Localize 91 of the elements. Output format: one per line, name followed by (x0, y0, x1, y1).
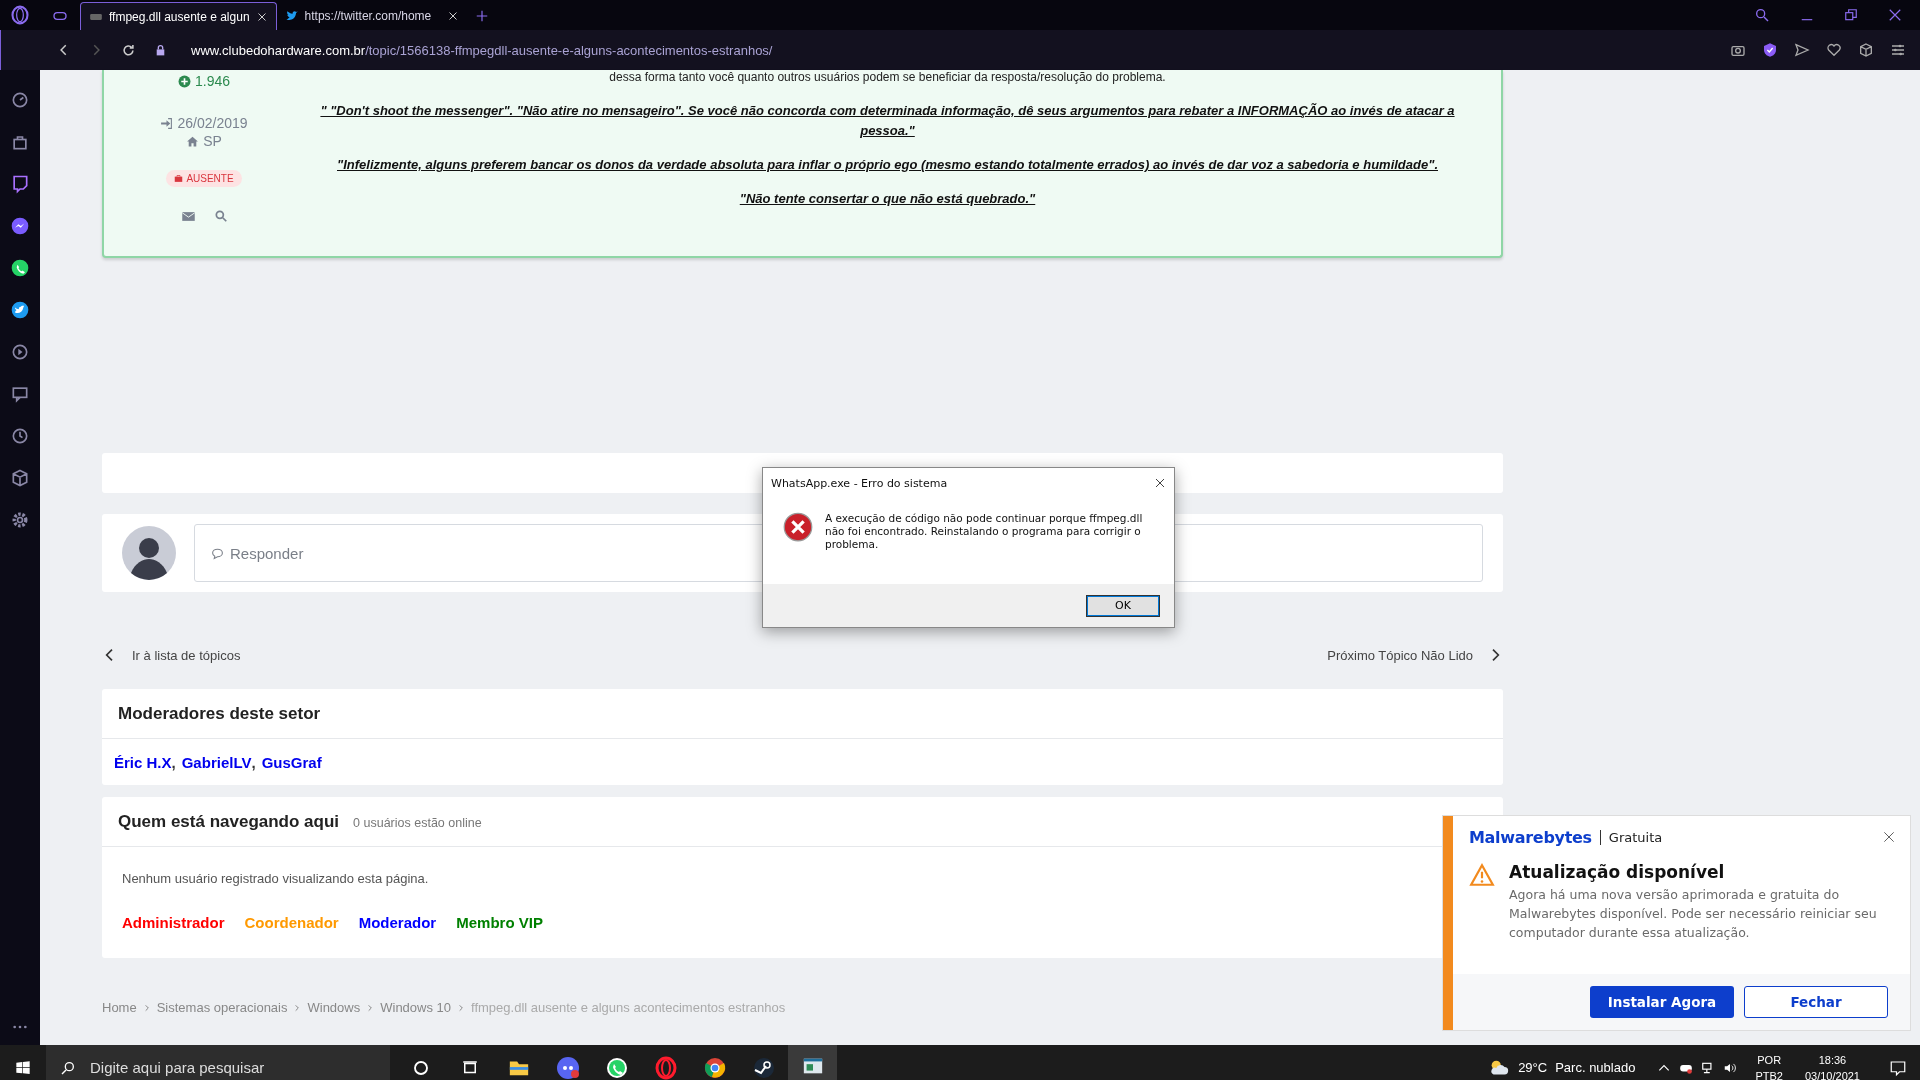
card-title: Moderadores deste setor (118, 703, 321, 724)
search-icon (60, 1059, 76, 1076)
cube-icon[interactable] (1858, 42, 1874, 58)
install-button[interactable]: Instalar Agora (1590, 986, 1734, 1018)
twitch-icon[interactable] (10, 174, 30, 194)
messenger-icon[interactable] (10, 216, 30, 236)
topic-list-link[interactable]: Ir à lista de tópicos (102, 647, 241, 663)
reputation-count: 1.946 (194, 73, 230, 89)
breadcrumb-chevron-icon (293, 1003, 302, 1012)
address-bar[interactable]: www.clubedohardware.com.br/topic/1566138-ffmpegdll-ausente-e-alguns-acontecimentos-estranhos/ (191, 42, 773, 58)
envelope-icon[interactable] (180, 209, 196, 224)
close-icon[interactable] (255, 10, 268, 23)
post-text: dessa forma tanto você quanto outros usuários podem se beneficiar da resposta/resolução do problema. (609, 70, 1166, 85)
temperature: 29°C (1518, 1060, 1548, 1075)
chrome-like-icon[interactable] (702, 1055, 727, 1080)
ring-logo-icon[interactable] (10, 5, 30, 25)
search-icon[interactable] (213, 209, 228, 223)
group-legend: Administrador (122, 914, 225, 946)
whatsapp-icon[interactable] (10, 258, 30, 278)
shield-icon[interactable] (1762, 42, 1778, 58)
signature-line: "Não tente consertar o que não está quebrado." (739, 190, 1036, 208)
clock-icon[interactable] (10, 426, 30, 446)
signature-line: " "Don't shoot the messenger". "Não atire no mensageiro". Se você não concorda com determinada informação, dê seus argumentos para rebater a INFORMAÇÃO ao invés de atacar a pessoa." (319, 102, 1456, 140)
close-window-icon[interactable] (1888, 8, 1902, 22)
circle-icon[interactable] (411, 1058, 430, 1077)
send-icon[interactable] (1794, 42, 1810, 58)
error-icon (783, 512, 813, 542)
bird-icon (284, 9, 299, 23)
plus-icon (177, 74, 191, 88)
heart-icon[interactable] (1826, 42, 1842, 58)
error-message: A execução de código não pode continuar porque ffmpeg.dll não foi encontrado. Reinstalando o programa para corrigir o problema. (825, 512, 1144, 552)
chat-icon[interactable] (10, 384, 30, 404)
group-legend: Coordenador (244, 914, 339, 946)
signature-line: "Infelizmente, alguns preferem bancar os donos da verdade absoluta para inflar o próprio ego (mesmo estando totalmente errados) ao invés de dar voz a sabedoria e humildade". (337, 156, 1438, 174)
clock-time[interactable]: 18:36 (1804, 1051, 1860, 1068)
windows-start-icon[interactable] (15, 1059, 31, 1076)
speedometer-icon[interactable] (10, 90, 30, 110)
separator: , (171, 753, 176, 771)
play-icon[interactable] (10, 342, 30, 362)
brand-logo: Malwarebytes (1469, 827, 1592, 847)
taskbar-search[interactable]: Digite aqui para pesquisar (46, 1045, 390, 1080)
close-icon[interactable] (1154, 477, 1166, 489)
close-button[interactable]: Fechar (1744, 986, 1888, 1018)
speech-bubble-icon (211, 546, 224, 560)
language[interactable]: POR (1755, 1051, 1783, 1068)
breadcrumb-chevron-icon (457, 1003, 466, 1012)
notification-title: Atualização disponível (1509, 862, 1726, 882)
twitter-icon[interactable] (10, 300, 30, 320)
notification-icon[interactable] (1889, 1058, 1907, 1077)
close-icon[interactable] (446, 10, 459, 22)
location: SP (203, 133, 222, 149)
separator: , (251, 753, 256, 771)
lock-icon (154, 43, 167, 57)
notification-message: Agora há uma nova versão aprimorada e gratuita do Malwarebytes disponível. Pode ser necessário reiniciar seu computador durante essa atualização. (1509, 886, 1878, 942)
join-date: 26/02/2019 (177, 115, 248, 131)
home-icon (186, 134, 200, 148)
close-icon[interactable] (1882, 830, 1896, 844)
empty-message: Nenhum usuário registrado visualizando esta página. (122, 871, 429, 886)
breadcrumb-chevron-icon (142, 1003, 151, 1012)
moderator-link[interactable]: GabrielLV (181, 753, 252, 771)
chat-bubble-icon[interactable] (555, 1055, 580, 1080)
settings-icon[interactable] (10, 510, 30, 530)
ok-button[interactable]: OK (1086, 594, 1160, 617)
keyboard-layout[interactable]: PTB2 (1755, 1067, 1783, 1080)
restore-icon[interactable] (1844, 8, 1858, 22)
edition-label: Gratuita (1599, 829, 1663, 845)
phone-bubble-icon[interactable] (604, 1055, 629, 1080)
briefcase-icon (174, 174, 184, 183)
warning-icon (1469, 862, 1495, 888)
card-title: Quem está navegando aqui (118, 811, 340, 832)
ring-icon[interactable] (653, 1055, 678, 1080)
avatar (122, 526, 176, 580)
status-badge: AUSENTE (166, 170, 242, 187)
sliders-icon[interactable] (1890, 42, 1906, 58)
moderator-link[interactable]: GusGraf (261, 753, 322, 771)
weather-text: Parc. nublado (1555, 1060, 1636, 1075)
next-topic-link[interactable]: Próximo Tópico Não Lido (1327, 647, 1503, 663)
dialog-title: WhatsApp.exe - Erro do sistema (771, 476, 948, 490)
moderator-link[interactable]: Éric H.X (114, 753, 172, 771)
cube-icon[interactable] (10, 468, 30, 488)
online-count: 0 usuários estão online (353, 816, 482, 830)
search-icon[interactable] (1754, 7, 1770, 23)
browser-tab[interactable]: https://twitter.com/home (276, 2, 467, 30)
sign-in-icon (160, 116, 174, 130)
reload-icon[interactable] (121, 42, 136, 58)
group-legend: Membro VIP (456, 914, 543, 946)
group-legend: Moderador (358, 914, 437, 946)
browser-tab[interactable]: ffmpeg.dll ausente e algun (80, 2, 277, 30)
breadcrumb-chevron-icon (366, 1003, 375, 1012)
steam-like-icon[interactable] (751, 1055, 776, 1080)
clock-date[interactable]: 03/10/2021 (1804, 1067, 1860, 1080)
